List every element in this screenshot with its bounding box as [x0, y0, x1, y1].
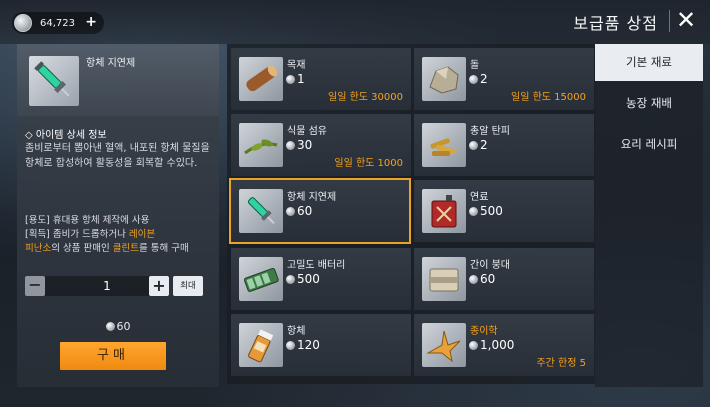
coin-icon [286, 75, 295, 84]
plant-fiber-icon [239, 123, 283, 167]
tab-basic-materials[interactable]: 기본 재료 [595, 44, 703, 81]
usage-line: [용도] 휴대용 항체 제작에 사용 [25, 215, 150, 226]
item-price: 2 [469, 72, 488, 86]
category-tabs: 기본 재료 농장 재배 요리 레시피 [595, 44, 703, 387]
obtain-npc: 클린트 [112, 243, 139, 254]
tab-cooking-recipes[interactable]: 요리 레시피 [595, 126, 703, 163]
tab-farm-growing[interactable]: 농장 재배 [595, 85, 703, 122]
coin-icon [469, 75, 478, 84]
item-name: 총알 탄피 [470, 126, 510, 137]
item-limit: 일일 한도 1000 [334, 158, 403, 169]
item-name: 연료 [470, 192, 489, 203]
item-detail-header: 항체 지연제 [17, 44, 219, 116]
total-price: 60 [17, 320, 219, 333]
item-description: 좀비로부터 뽑아낸 혈액, 내포된 항체 물질을 항체로 합성하여 활동성을 회… [25, 143, 210, 169]
wood-log-icon [239, 57, 283, 101]
item-price: 1,000 [469, 338, 514, 352]
item-grid: 목재 1 일일 한도 30000 돌 2 일일 한도 15000 식물 섬유 3… [227, 44, 595, 384]
item-cell-antibody[interactable]: 항체 120 [231, 314, 411, 376]
item-name: 목재 [287, 60, 306, 71]
item-usage-info: [용도] 휴대용 항체 제작에 사용 [획득] 좀비가 드롭하거나 레이븐 피난… [25, 214, 219, 256]
item-cell-antibody-delayer[interactable]: 항체 지연제 60 [229, 178, 411, 244]
item-limit: 일일 한도 30000 [328, 92, 403, 103]
coin-icon [469, 275, 478, 284]
antibody-bottle-icon [239, 323, 283, 367]
syringe-icon [29, 56, 79, 106]
top-bar: 64,723 + 보급품 상점 ✕ [0, 0, 710, 44]
item-cell-paper-crane[interactable]: 종이학 1,000 주간 한정 5 [414, 314, 594, 376]
increase-quantity-button[interactable]: + [149, 276, 169, 296]
bullet-casing-icon [422, 123, 466, 167]
item-cell-wood[interactable]: 목재 1 일일 한도 30000 [231, 48, 411, 110]
item-detail-panel: 항체 지연제 ◇ 아이템 상세 정보 좀비로부터 뽑아낸 혈액, 내포된 항체 … [17, 44, 219, 387]
item-price: 500 [286, 272, 320, 286]
item-limit: 일일 한도 15000 [511, 92, 586, 103]
coin-icon [286, 341, 295, 350]
paper-crane-icon [422, 323, 466, 367]
quantity-stepper: − 1 + 최대 [25, 276, 215, 298]
item-name: 간이 붕대 [470, 260, 510, 271]
coin-icon [469, 141, 478, 150]
buy-button[interactable]: 구매 [60, 342, 166, 370]
item-cell-fuel[interactable]: 연료 500 [414, 180, 594, 242]
obtain-line-2: 피난소의 상품 판매인 클린트를 통해 구매 [25, 242, 219, 256]
item-price: 2 [469, 138, 488, 152]
item-cell-stone[interactable]: 돌 2 일일 한도 15000 [414, 48, 594, 110]
title-divider [669, 10, 670, 32]
decrease-quantity-button[interactable]: − [25, 276, 45, 296]
bandage-icon [422, 257, 466, 301]
currency-display[interactable]: 64,723 + [12, 12, 104, 34]
obtain-place-a: 레이븐 [128, 229, 156, 240]
coin-icon [14, 14, 32, 32]
total-price-value: 60 [116, 320, 131, 333]
add-currency-button[interactable]: + [85, 14, 97, 30]
obtain-prefix: [획득] 좀비가 드롭하거나 [25, 229, 129, 240]
item-name: 고밀도 배터리 [287, 260, 346, 271]
item-name: 항체 [287, 326, 306, 337]
coin-icon [286, 275, 295, 284]
close-button[interactable]: ✕ [674, 8, 698, 32]
coin-icon [286, 207, 295, 216]
item-cell-plant-fiber[interactable]: 식물 섬유 30 일일 한도 1000 [231, 114, 411, 176]
obtain-mid: 의 상품 판매인 [51, 243, 113, 254]
item-price: 1 [286, 72, 305, 86]
coin-icon [469, 341, 478, 350]
fuel-can-icon [422, 189, 466, 233]
battery-pack-icon [239, 257, 283, 301]
item-price: 500 [469, 204, 503, 218]
obtain-suffix: 를 통해 구매 [138, 243, 189, 254]
item-price: 60 [286, 204, 312, 218]
item-name: 돌 [470, 60, 480, 71]
page-title: 보급품 상점 [573, 14, 658, 33]
syringe-icon [239, 189, 283, 233]
item-detail-name: 항체 지연제 [86, 58, 136, 69]
max-quantity-button[interactable]: 최대 [173, 276, 203, 296]
item-price: 120 [286, 338, 320, 352]
stone-icon [422, 57, 466, 101]
obtain-line: [획득] 좀비가 드롭하거나 레이븐 [25, 228, 219, 242]
item-limit: 주간 한정 5 [536, 358, 586, 369]
item-info-heading: ◇ 아이템 상세 정보 [25, 130, 107, 141]
item-cell-battery[interactable]: 고밀도 배터리 500 [231, 248, 411, 310]
coin-icon [469, 207, 478, 216]
item-name: 항체 지연제 [287, 192, 337, 203]
item-name: 식물 섬유 [287, 126, 327, 137]
item-price: 30 [286, 138, 312, 152]
item-cell-bandage[interactable]: 간이 붕대 60 [414, 248, 594, 310]
item-name: 종이학 [470, 326, 498, 337]
coin-icon [105, 322, 115, 331]
obtain-place-b: 피난소 [25, 243, 52, 254]
item-cell-bullet-casing[interactable]: 총알 탄피 2 [414, 114, 594, 176]
currency-value: 64,723 [40, 17, 75, 29]
coin-icon [286, 141, 295, 150]
item-price: 60 [469, 272, 495, 286]
